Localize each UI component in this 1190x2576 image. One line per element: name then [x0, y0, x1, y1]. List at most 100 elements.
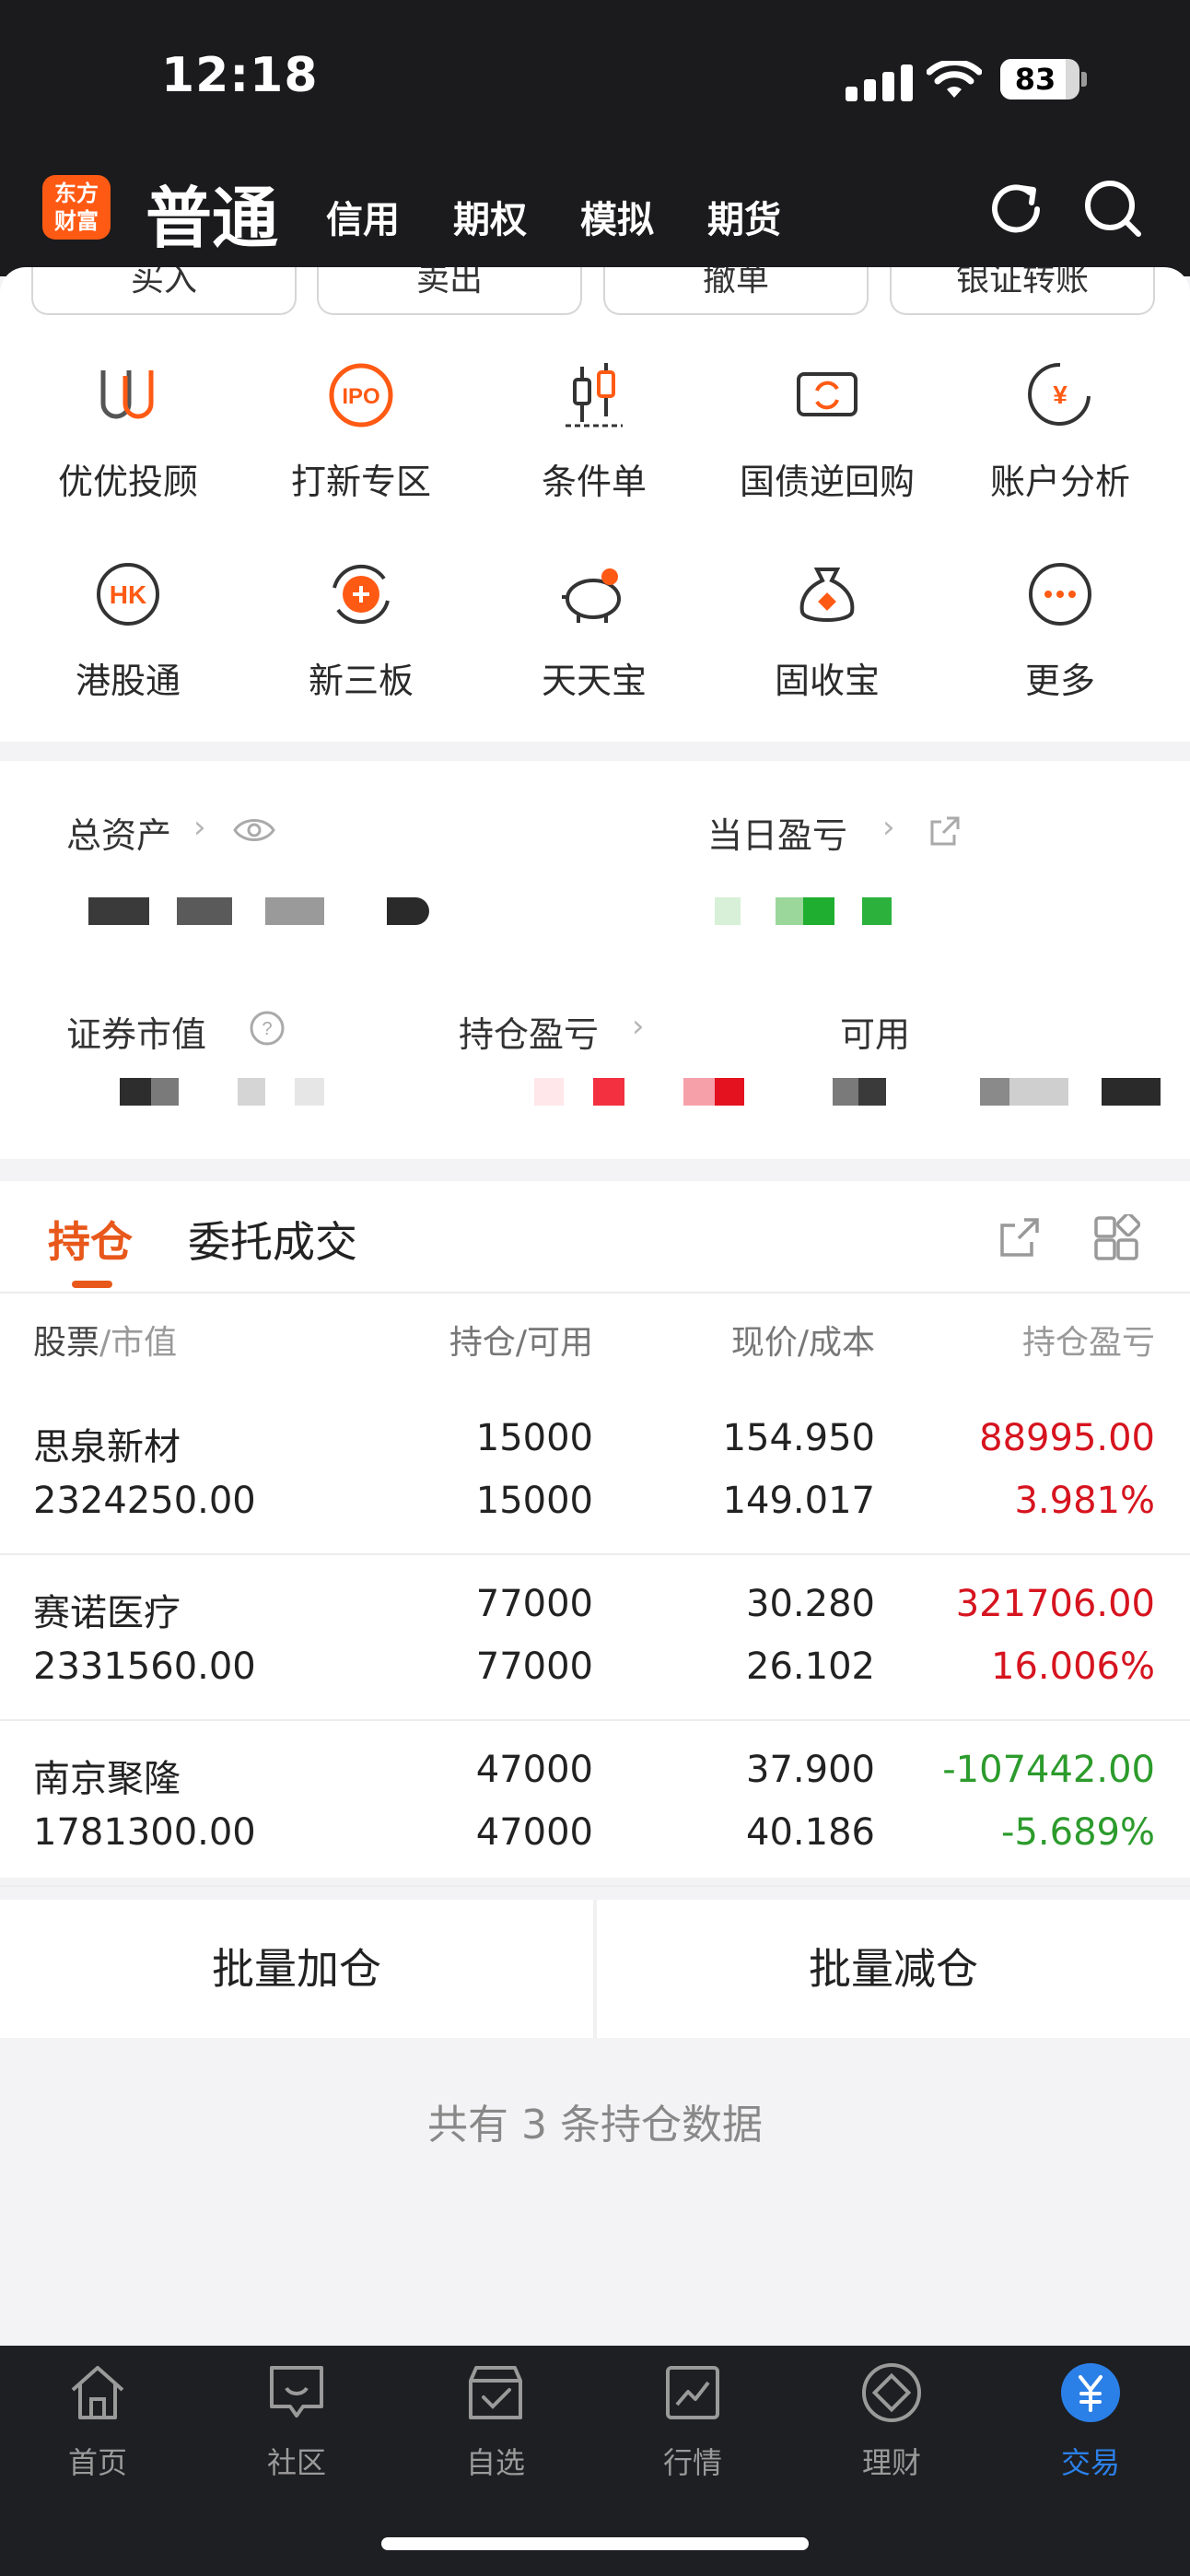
app-logo: 东方 财富	[42, 175, 111, 240]
nav-market[interactable]: 行情	[601, 2360, 785, 2482]
bank-transfer-button[interactable]: 银证转账	[890, 267, 1155, 315]
account-analysis-icon: ¥	[1028, 362, 1091, 426]
grid-item-more[interactable]: 更多	[945, 556, 1175, 703]
grid-label: 港股通	[75, 661, 181, 701]
column-header-market-value-label: /市值	[99, 1324, 178, 1362]
nav-trade[interactable]: 交易	[998, 2360, 1183, 2482]
table-row[interactable]: 南京聚隆 1781300.00 47000 47000 37.900 40.186 -107…	[0, 1721, 1190, 1887]
svg-text:IPO: IPO	[342, 384, 379, 409]
cellular-signal-icon	[846, 64, 921, 101]
chevron-right-icon: ›	[882, 809, 895, 846]
buy-button[interactable]: 买入	[31, 267, 297, 315]
table-row[interactable]: 思泉新材 2324250.00 15000 15000 154.950 149.017 88…	[0, 1389, 1190, 1555]
grid-item-tiantianbao[interactable]: 天天宝	[479, 556, 709, 703]
grid-label: 国债逆回购	[739, 462, 915, 502]
grid-item-treasury-repo[interactable]: 国债逆回购	[712, 357, 942, 504]
nav-label: 自选	[465, 2445, 525, 2480]
column-header-stock: 股票/市值	[33, 1316, 177, 1364]
help-icon[interactable]: ?	[249, 1010, 286, 1047]
position-pnl: -107442.00	[942, 1749, 1155, 1791]
assets-section: 总资产 › 当日盈亏 › 证券市值 ? 持仓盈亏 › 可用	[0, 761, 1190, 1159]
stock-name: 思泉新材	[33, 1426, 181, 1469]
grid-label: 更多	[1024, 661, 1095, 701]
securities-value-masked	[88, 1078, 346, 1106]
tab-simulation[interactable]: 模拟	[580, 190, 654, 243]
svg-text:¥: ¥	[1053, 381, 1068, 409]
column-header-pnl[interactable]: 持仓盈亏	[1022, 1316, 1155, 1364]
grid-item-uu-advisor[interactable]: 优优投顾	[13, 357, 243, 504]
share-icon[interactable]	[997, 1214, 1043, 1260]
column-header-stock-label: 股票	[33, 1324, 100, 1362]
cancel-order-button[interactable]: 撤单	[603, 267, 869, 315]
divider	[0, 1292, 1190, 1294]
daily-pnl-value-masked	[715, 897, 899, 925]
refresh-icon[interactable]	[984, 177, 1048, 241]
more-icon	[1029, 563, 1091, 626]
column-header-quantity: 持仓/可用	[449, 1316, 593, 1364]
top-header: 12:18 83 东方 财富 普通 信用 期权 模拟 期货	[0, 0, 1190, 276]
grid-layout-icon[interactable]	[1092, 1214, 1140, 1262]
column-header-cost-label: /成本	[797, 1324, 875, 1362]
tab-credit[interactable]: 信用	[326, 190, 400, 243]
battery-indicator: 83	[1000, 59, 1079, 100]
grid-label: 打新专区	[290, 462, 431, 502]
available-qty: 15000	[475, 1480, 593, 1522]
external-link-icon[interactable]	[927, 813, 963, 849]
home-indicator	[381, 2537, 809, 2550]
position-pnl: 88995.00	[979, 1417, 1155, 1459]
tab-orders-trades[interactable]: 委托成交	[188, 1209, 357, 1270]
nav-watchlist[interactable]: 自选	[403, 2360, 588, 2482]
total-assets-label[interactable]: 总资产	[66, 807, 171, 858]
logo-line-2: 财富	[54, 208, 99, 234]
tab-options[interactable]: 期权	[453, 190, 527, 243]
battery-level: 83	[1014, 62, 1056, 97]
available-value-masked	[833, 1078, 1164, 1106]
grid-item-fixed-income[interactable]: 固收宝	[712, 556, 942, 703]
search-icon[interactable]	[1081, 177, 1146, 241]
nav-wealth[interactable]: 理财	[799, 2360, 984, 2482]
grid-label: 新三板	[308, 661, 414, 701]
column-header-price-label: 现价	[730, 1324, 798, 1362]
repo-icon	[797, 372, 858, 416]
nav-community[interactable]: 社区	[204, 2360, 389, 2482]
eye-icon[interactable]	[232, 814, 276, 846]
tab-normal[interactable]: 普通	[146, 164, 278, 261]
logo-line-1: 东方	[54, 181, 99, 206]
grid-item-ipo[interactable]: IPO 打新专区	[246, 357, 476, 504]
nav-home[interactable]: 首页	[6, 2360, 190, 2482]
trade-icon	[1061, 2363, 1120, 2422]
grid-label: 优优投顾	[57, 462, 198, 502]
home-icon	[71, 2366, 124, 2419]
grid-item-account-analysis[interactable]: ¥ 账户分析	[945, 357, 1175, 504]
sell-button[interactable]: 卖出	[317, 267, 582, 315]
svg-text:HK: HK	[110, 580, 146, 609]
daily-pnl-label[interactable]: 当日盈亏	[707, 807, 847, 858]
grid-item-conditional-order[interactable]: 条件单	[479, 357, 709, 504]
wealth-icon	[862, 2363, 921, 2422]
table-row[interactable]: 赛诺医疗 2331560.00 77000 77000 30.280 26.102 3217…	[0, 1555, 1190, 1721]
batch-reduce-button[interactable]: 批量减仓	[597, 1900, 1190, 2038]
position-pnl-label[interactable]: 持仓盈亏	[459, 1006, 599, 1057]
grid-label: 条件单	[541, 462, 647, 502]
holdings-section: 持仓 委托成交 股票/市值 持仓/可用 现价/成本 持仓盈亏 思泉新材 23242…	[0, 1181, 1190, 1887]
cost-price: 149.017	[722, 1480, 875, 1522]
current-price: 30.280	[746, 1583, 875, 1625]
new-board-icon	[332, 564, 390, 625]
community-icon	[270, 2366, 323, 2418]
grid-item-new-third-board[interactable]: 新三板	[246, 556, 476, 703]
grid-item-hk-connect[interactable]: HK 港股通	[13, 556, 243, 703]
tab-positions[interactable]: 持仓	[48, 1209, 133, 1270]
current-price: 37.900	[746, 1749, 875, 1791]
batch-actions: 批量加仓 批量减仓	[0, 1900, 1190, 2038]
nav-label: 社区	[266, 2445, 326, 2480]
current-price: 154.950	[722, 1417, 875, 1459]
position-pnl-value-masked	[534, 1078, 746, 1106]
position-pnl-pct: 3.981%	[1014, 1480, 1155, 1522]
tab-futures[interactable]: 期货	[707, 190, 781, 243]
batch-add-button[interactable]: 批量加仓	[0, 1900, 593, 2038]
market-icon	[666, 2366, 719, 2419]
hk-icon: HK	[97, 563, 159, 626]
function-card: 买入 卖出 撤单 银证转账 优优投顾 IPO 打新专区 条件单 国债逆回购 ¥ …	[0, 267, 1190, 742]
available-label: 可用	[840, 1014, 911, 1055]
status-time: 12:18	[161, 48, 319, 103]
